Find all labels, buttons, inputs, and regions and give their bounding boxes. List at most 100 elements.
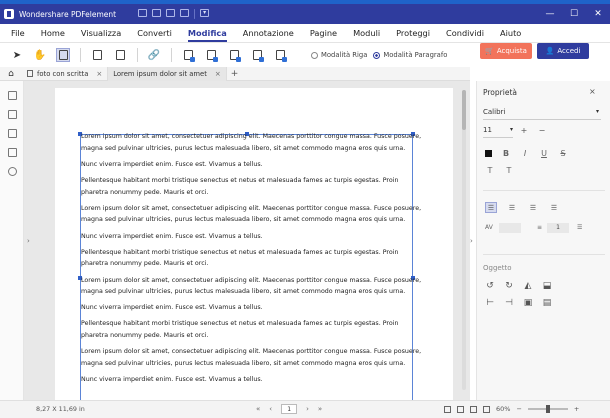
bold-icon[interactable]: B	[501, 149, 511, 158]
font-size-decrease-button[interactable]: −	[537, 126, 547, 136]
font-color-swatch[interactable]	[485, 150, 492, 157]
attachments-icon[interactable]	[8, 148, 17, 157]
align-right-icon[interactable]: ☰	[527, 202, 539, 213]
vertical-scrollbar[interactable]	[462, 90, 466, 390]
minimize-button[interactable]: —	[538, 9, 562, 19]
italic-icon[interactable]: I	[520, 149, 530, 158]
flip-vertical-icon[interactable]: ⬓	[542, 281, 552, 291]
two-page-view-icon[interactable]	[457, 405, 464, 413]
watermark-icon[interactable]	[204, 48, 218, 62]
paragraph[interactable]: Nunc viverra imperdiet enim. Fusce est. …	[81, 302, 421, 314]
paragraph[interactable]: Lorem ipsum dolor sit amet, consectetuer…	[81, 203, 421, 226]
menu-moduli[interactable]: Moduli	[353, 24, 380, 43]
line-spacing-input[interactable]: 1	[547, 223, 569, 233]
home-icon[interactable]: ⌂	[0, 69, 22, 79]
link-icon[interactable]: 🔗	[147, 48, 161, 62]
left-panel-expand-icon[interactable]: ›	[27, 237, 30, 245]
font-size-select[interactable]: 11 ▾	[483, 126, 513, 138]
email-icon[interactable]	[166, 9, 176, 17]
strikethrough-icon[interactable]: S	[558, 149, 568, 158]
menu-converti[interactable]: Converti	[137, 24, 172, 43]
menu-condividi[interactable]: Condividi	[446, 24, 484, 43]
tab-lorem-ipsum[interactable]: Lorem ipsum dolor sit amet ×	[108, 66, 227, 81]
paragraph[interactable]: Lorem ipsum dolor sit amet, consectetuer…	[81, 275, 421, 298]
bates-numbering-icon[interactable]	[273, 48, 287, 62]
menu-proteggi[interactable]: Proteggi	[396, 24, 430, 43]
replace-image-icon[interactable]: ▣	[523, 298, 533, 308]
header-footer-icon[interactable]	[250, 48, 264, 62]
select-arrow-icon[interactable]: ➤	[10, 48, 24, 62]
extract-image-icon[interactable]: ▤	[542, 298, 552, 308]
vertical-scrollbar-thumb[interactable]	[462, 90, 466, 130]
first-page-icon[interactable]: «	[256, 405, 260, 413]
zoom-slider[interactable]	[527, 405, 568, 413]
align-left-icon[interactable]: ☰	[485, 202, 497, 213]
paragraph[interactable]: Lorem ipsum dolor sit amet, consectetuer…	[81, 131, 421, 154]
close-window-button[interactable]: ✕	[586, 9, 610, 19]
align-center-icon[interactable]: ☰	[506, 202, 518, 213]
underline-icon[interactable]: U	[539, 149, 549, 158]
bookmarks-icon[interactable]	[8, 110, 17, 119]
paragraph[interactable]: Pellentesque habitant morbi tristique se…	[81, 175, 421, 198]
fit-width-icon[interactable]	[470, 405, 477, 413]
crop-icon[interactable]	[181, 48, 195, 62]
flip-horizontal-icon[interactable]: ◭	[523, 281, 533, 291]
fit-page-icon[interactable]	[483, 405, 490, 413]
paragraph[interactable]: Nunc viverra imperdiet enim. Fusce est. …	[81, 159, 421, 171]
tab-foto-con-scritta[interactable]: foto con scritta ×	[22, 66, 109, 81]
paragraph[interactable]: Nunc viverra imperdiet enim. Fusce est. …	[81, 231, 421, 243]
edit-text-tool-icon[interactable]	[56, 48, 70, 62]
next-page-icon[interactable]: ›	[306, 405, 309, 413]
close-tab-icon[interactable]: ×	[215, 70, 221, 78]
comments-icon[interactable]	[8, 129, 17, 138]
close-panel-icon[interactable]: ×	[589, 87, 596, 96]
mode-paragraph-radio[interactable]	[373, 51, 381, 59]
menu-annotazione[interactable]: Annotazione	[243, 24, 294, 43]
font-size-increase-button[interactable]: +	[519, 126, 529, 136]
menu-visualizza[interactable]: Visualizza	[81, 24, 121, 43]
buy-button[interactable]: 🛒 Acquista	[480, 43, 532, 59]
zoom-in-icon[interactable]: +	[574, 405, 579, 413]
background-icon[interactable]	[227, 48, 241, 62]
font-family-select[interactable]: Calibri ▾	[483, 108, 601, 120]
rotate-left-icon[interactable]: ↺	[485, 281, 495, 291]
superscript-icon[interactable]: T	[485, 166, 495, 175]
single-page-view-icon[interactable]	[444, 405, 451, 413]
menu-file[interactable]: File	[11, 24, 25, 43]
menu-modifica[interactable]: Modifica	[187, 24, 227, 43]
page-number-input[interactable]: 1	[281, 404, 298, 414]
zoom-out-icon[interactable]: −	[516, 405, 521, 413]
add-image-icon[interactable]	[90, 48, 104, 62]
undo-icon[interactable]	[180, 9, 190, 17]
paragraph-text[interactable]: Lorem ipsum dolor sit amet, consectetuer…	[81, 131, 421, 390]
align-objects-icon[interactable]: ⊢	[485, 298, 495, 308]
distribute-objects-icon[interactable]: ⊣	[504, 298, 514, 308]
paragraph[interactable]: Lorem ipsum dolor sit amet, consectetuer…	[81, 346, 421, 369]
menu-aiuto[interactable]: Aiuto	[500, 24, 521, 43]
hand-tool-icon[interactable]: ✋	[33, 48, 47, 62]
thumbnails-icon[interactable]	[8, 91, 17, 100]
print-icon[interactable]	[152, 9, 162, 17]
mode-line-radio[interactable]	[311, 51, 318, 59]
add-text-icon[interactable]	[113, 48, 127, 62]
paragraph[interactable]: Nunc viverra imperdiet enim. Fusce est. …	[81, 374, 421, 386]
paragraph[interactable]: Pellentesque habitant morbi tristique se…	[81, 247, 421, 270]
zoom-slider-thumb[interactable]	[545, 405, 550, 413]
subscript-icon[interactable]: T	[504, 166, 514, 175]
new-tab-icon[interactable]: +	[231, 69, 239, 79]
right-panel-collapse-icon[interactable]: ›	[470, 237, 473, 245]
save-icon[interactable]	[138, 9, 148, 17]
rotate-right-icon[interactable]: ↻	[504, 281, 514, 291]
character-spacing-input[interactable]	[499, 223, 521, 233]
align-justify-icon[interactable]: ☰	[548, 202, 560, 213]
search-icon[interactable]	[8, 167, 17, 176]
close-tab-icon[interactable]: ×	[96, 70, 102, 78]
menu-home[interactable]: Home	[41, 24, 65, 43]
paragraph[interactable]: Pellentesque habitant morbi tristique se…	[81, 318, 421, 341]
menu-pagine[interactable]: Pagine	[310, 24, 337, 43]
last-page-icon[interactable]: »	[318, 405, 322, 413]
customize-dropdown-icon[interactable]: ▾	[200, 9, 210, 17]
prev-page-icon[interactable]: ‹	[269, 405, 272, 413]
paragraph-spacing-icon[interactable]: ☰	[577, 224, 582, 231]
maximize-button[interactable]: ☐	[562, 9, 586, 19]
